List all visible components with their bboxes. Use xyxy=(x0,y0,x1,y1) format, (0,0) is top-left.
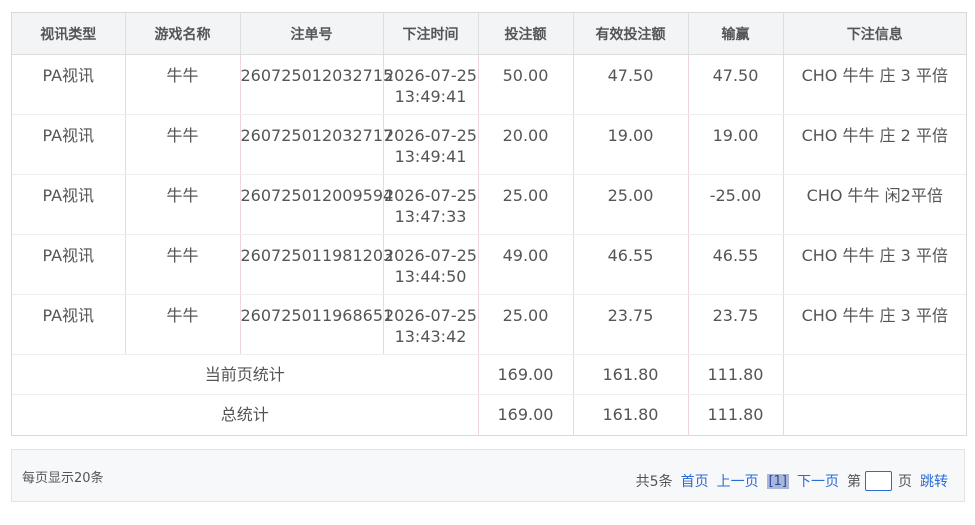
bet-date: 2026-07-25 xyxy=(384,126,477,145)
cell-game-name: 牛牛 xyxy=(125,294,241,355)
bet-clock: 13:47:33 xyxy=(394,207,467,226)
page-summary-valid: 161.80 xyxy=(573,354,689,395)
page-summary-label: 当前页统计 xyxy=(12,354,479,395)
cell-bet-time: 2026-07-25 13:49:41 xyxy=(383,54,479,115)
cell-bet-info: CHO 牛牛 庄 3 平倍 xyxy=(783,234,966,295)
cell-bet-number: 260725011968651 xyxy=(240,294,393,355)
cell-bet-number: 260725012032715 xyxy=(240,54,393,115)
header-bet-number: 注单号 xyxy=(240,13,384,55)
total-count: 共5条 xyxy=(635,474,673,490)
header-win-loss: 输赢 xyxy=(688,13,784,55)
pagination-footer: 每页显示20条 共5条 首页 上一页 [1] 下一页 第 页 跳转 xyxy=(11,449,965,502)
table-row: PA视讯 牛牛 260725011981203 2026-07-25 13:44:… xyxy=(12,234,966,295)
goto-prefix: 第 xyxy=(847,474,861,490)
page-summary-row: 当前页统计 169.00 161.80 111.80 xyxy=(12,354,966,395)
header-game-name: 游戏名称 xyxy=(125,13,241,55)
table-header-row: 视讯类型 游戏名称 注单号 下注时间 投注额 有效投注额 输赢 下注信息 xyxy=(12,13,966,55)
cell-win-loss: 46.55 xyxy=(688,234,784,295)
cell-valid-amount: 23.75 xyxy=(573,294,689,355)
current-page: [1] xyxy=(766,473,789,489)
total-summary-empty xyxy=(783,395,966,435)
cell-video-type: PA视讯 xyxy=(12,54,126,115)
cell-valid-amount: 19.00 xyxy=(573,114,689,175)
cell-bet-amount: 20.00 xyxy=(478,114,574,175)
cell-bet-time: 2026-07-25 13:47:33 xyxy=(383,174,479,235)
header-bet-amount: 投注额 xyxy=(478,13,574,55)
header-valid-amount: 有效投注额 xyxy=(573,13,689,55)
cell-bet-number: 260725011981203 xyxy=(240,234,393,295)
cell-game-name: 牛牛 xyxy=(125,114,241,175)
bet-records-table-container: 视讯类型 游戏名称 注单号 下注时间 投注额 有效投注额 输赢 下注信息 PA视… xyxy=(11,12,967,436)
total-summary-row: 总统计 169.00 161.80 111.80 xyxy=(12,394,966,435)
cell-valid-amount: 25.00 xyxy=(573,174,689,235)
jump-button[interactable]: 跳转 xyxy=(920,471,948,491)
cell-bet-time: 2026-07-25 13:44:50 xyxy=(383,234,479,295)
cell-bet-amount: 50.00 xyxy=(478,54,574,115)
goto-suffix: 页 xyxy=(898,474,912,490)
cell-win-loss: 23.75 xyxy=(688,294,784,355)
per-page-label: 每页显示20条 xyxy=(22,471,104,486)
page-summary-amount: 169.00 xyxy=(478,354,574,395)
bet-date: 2026-07-25 xyxy=(384,66,477,85)
header-bet-time: 下注时间 xyxy=(383,13,479,55)
cell-video-type: PA视讯 xyxy=(12,234,126,295)
cell-bet-time: 2026-07-25 13:49:41 xyxy=(383,114,479,175)
table-row: PA视讯 牛牛 260725012009594 2026-07-25 13:47:… xyxy=(12,174,966,235)
bet-date: 2026-07-25 xyxy=(384,186,477,205)
bet-date: 2026-07-25 xyxy=(384,306,477,325)
cell-video-type: PA视讯 xyxy=(12,174,126,235)
pagination: 共5条 首页 上一页 [1] 下一页 第 页 跳转 xyxy=(636,471,948,491)
cell-bet-amount: 49.00 xyxy=(478,234,574,295)
page-summary-empty xyxy=(783,354,966,395)
cell-game-name: 牛牛 xyxy=(125,174,241,235)
cell-bet-info: CHO 牛牛 闲2平倍 xyxy=(783,174,966,235)
cell-bet-amount: 25.00 xyxy=(478,174,574,235)
bet-date: 2026-07-25 xyxy=(384,246,477,265)
bet-clock: 13:43:42 xyxy=(394,327,467,346)
cell-bet-number: 260725012032717 xyxy=(240,114,393,175)
cell-win-loss: 19.00 xyxy=(688,114,784,175)
next-page-link[interactable]: 下一页 xyxy=(797,471,839,491)
header-bet-info: 下注信息 xyxy=(783,13,966,55)
page-summary-win: 111.80 xyxy=(688,354,784,395)
first-page-link[interactable]: 首页 xyxy=(681,471,709,491)
page-number-input[interactable] xyxy=(865,471,892,491)
cell-video-type: PA视讯 xyxy=(12,294,126,355)
bet-clock: 13:49:41 xyxy=(394,87,467,106)
cell-win-loss: -25.00 xyxy=(688,174,784,235)
cell-game-name: 牛牛 xyxy=(125,54,241,115)
total-summary-valid: 161.80 xyxy=(573,394,689,435)
total-summary-label: 总统计 xyxy=(12,394,479,435)
cell-valid-amount: 47.50 xyxy=(573,54,689,115)
table-row: PA视讯 牛牛 260725012032717 2026-07-25 13:49:… xyxy=(12,114,966,175)
cell-game-name: 牛牛 xyxy=(125,234,241,295)
total-summary-amount: 169.00 xyxy=(478,394,574,435)
bet-records-table: 视讯类型 游戏名称 注单号 下注时间 投注额 有效投注额 输赢 下注信息 PA视… xyxy=(12,13,966,435)
cell-bet-info: CHO 牛牛 庄 2 平倍 xyxy=(783,114,966,175)
cell-bet-time: 2026-07-25 13:43:42 xyxy=(383,294,479,355)
table-row: PA视讯 牛牛 260725012032715 2026-07-25 13:49:… xyxy=(12,54,966,115)
header-video-type: 视讯类型 xyxy=(12,13,126,55)
cell-bet-info: CHO 牛牛 庄 3 平倍 xyxy=(783,54,966,115)
cell-bet-info: CHO 牛牛 庄 3 平倍 xyxy=(783,294,966,355)
total-summary-win: 111.80 xyxy=(688,394,784,435)
cell-bet-number: 260725012009594 xyxy=(240,174,393,235)
prev-page-link[interactable]: 上一页 xyxy=(717,471,759,491)
cell-win-loss: 47.50 xyxy=(688,54,784,115)
cell-video-type: PA视讯 xyxy=(12,114,126,175)
cell-bet-amount: 25.00 xyxy=(478,294,574,355)
bet-clock: 13:49:41 xyxy=(394,147,467,166)
bet-clock: 13:44:50 xyxy=(394,267,467,286)
table-row: PA视讯 牛牛 260725011968651 2026-07-25 13:43:… xyxy=(12,294,966,355)
cell-valid-amount: 46.55 xyxy=(573,234,689,295)
